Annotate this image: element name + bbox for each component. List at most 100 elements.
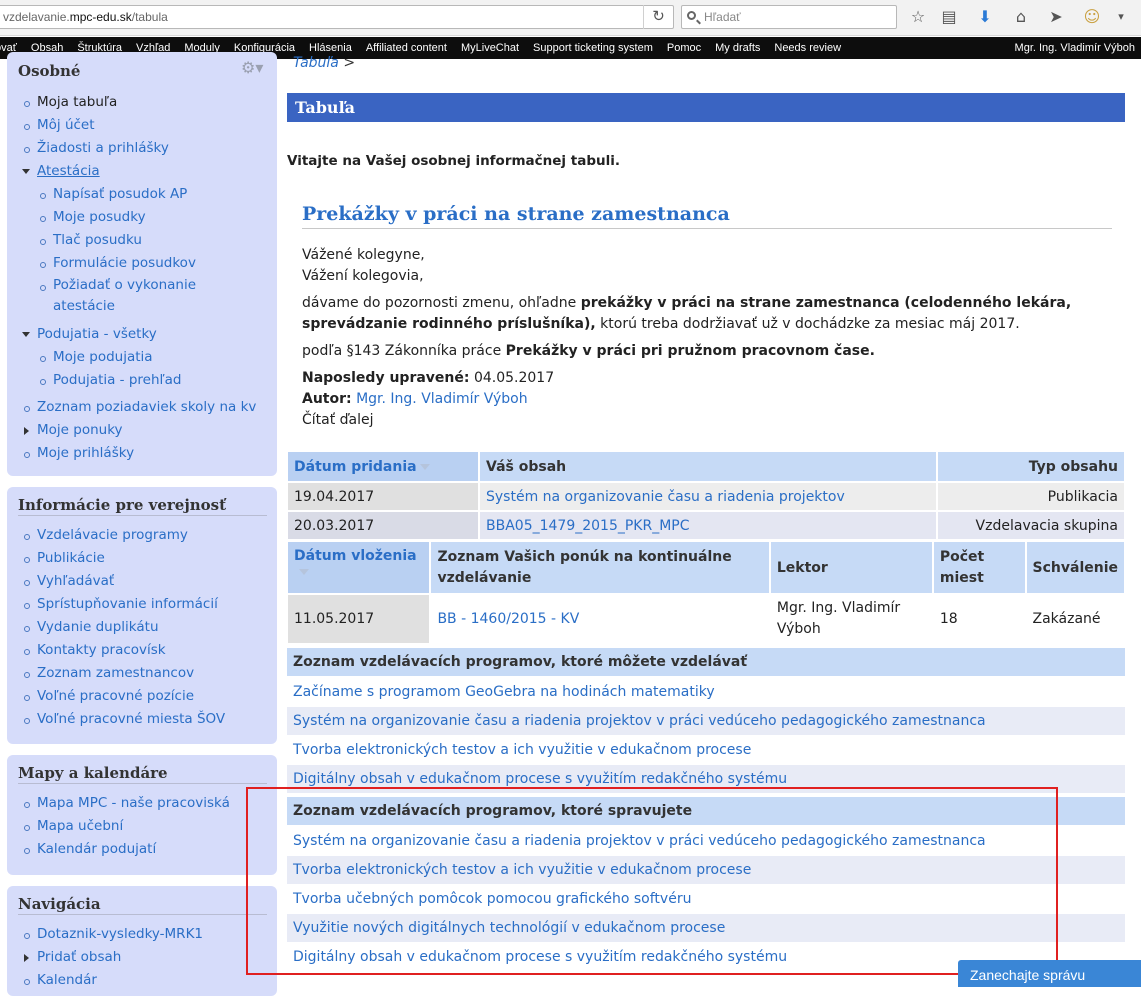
program-link[interactable]: Začíname s programom GeoGebra na hodinác… — [287, 678, 1125, 706]
maps-block: Mapy a kalendáre Mapa MPC - naše pracovi… — [7, 755, 277, 875]
bookmark-star-icon[interactable]: ☆ — [906, 6, 930, 28]
sidebar-item[interactable]: Vyhľadávať — [18, 570, 267, 593]
admin-menu-item[interactable]: Affiliated content — [359, 37, 454, 59]
admin-menu-item[interactable]: My drafts — [708, 37, 767, 59]
sidebar-item[interactable]: Pridať obsah — [18, 946, 267, 969]
admin-menu-item[interactable]: MyLiveChat — [454, 37, 526, 59]
download-icon[interactable]: ⬇ — [973, 6, 997, 28]
navigation-block: Navigácia Dotaznik-vysledky-MRK1 Pridať … — [7, 886, 277, 996]
sidebar-item[interactable]: Sprístupňovanie informácií — [18, 593, 267, 616]
offers-table: Dátum vloženia Zoznam Vašich ponúk na ko… — [285, 540, 1127, 645]
cell-date: 19.04.2017 — [286, 481, 480, 512]
send-icon[interactable]: ➤ — [1044, 6, 1068, 28]
sidebar-item-moj-ucet[interactable]: Môj účet — [18, 114, 267, 137]
article-author: Autor: Mgr. Ing. Vladimír Výboh — [302, 391, 528, 407]
table-header-row: Dátum pridania Váš obsah Typ obsahu — [286, 450, 1126, 483]
sidebar-item[interactable]: Dotaznik-vysledky-MRK1 — [18, 923, 267, 946]
sidebar-item[interactable]: Voľné pracovné miesta ŠOV — [18, 708, 267, 731]
admin-user-link[interactable]: Mgr. Ing. Vladimír Výboh — [1015, 37, 1135, 59]
gear-icon[interactable]: ⚙▾ — [241, 58, 263, 77]
sidebar-item[interactable]: Kontakty pracovísk — [18, 639, 267, 662]
cell-seats: 18 — [931, 593, 1027, 645]
programs-can-teach-header: Zoznam vzdelávacích programov, ktoré môž… — [287, 648, 1125, 676]
table-header: Schválenie — [1024, 540, 1127, 595]
sidebar-item-napisat-posudok[interactable]: Napísať posudok AP — [18, 183, 267, 206]
sort-date-added-header[interactable]: Dátum pridania — [286, 450, 480, 483]
article-title-link[interactable]: Prekážky v práci na strane zamestnanca — [302, 203, 1112, 229]
home-icon[interactable]: ⌂ — [1009, 6, 1033, 28]
sort-arrow-icon — [299, 569, 309, 575]
table-header: Zoznam Vašich ponúk na kontinuálne vzdel… — [429, 540, 771, 595]
program-link[interactable]: Tvorba elektronických testov a ich využi… — [287, 736, 1125, 764]
cell-approval: Zakázané — [1024, 593, 1127, 645]
welcome-text: Vitajte na Vašej osobnej informačnej tab… — [287, 153, 620, 169]
cell-title-link[interactable]: BBA05_1479_2015_PKR_MPC — [478, 510, 938, 541]
table-header-row: Dátum vloženia Zoznam Vašich ponúk na ko… — [285, 540, 1127, 595]
cell-lector: Mgr. Ing. Vladimír Výboh — [768, 593, 934, 645]
cell-date: 11.05.2017 — [285, 593, 432, 645]
sidebar-item-moje-prihlasky[interactable]: Moje prihlášky — [18, 442, 267, 465]
personal-block-title: Osobné — [18, 62, 81, 80]
table-header: Typ obsahu — [936, 450, 1126, 483]
sidebar-item[interactable]: Kalendár podujatí — [18, 838, 267, 861]
program-link[interactable]: Systém na organizovanie času a riadenia … — [287, 707, 1125, 735]
sidebar-item[interactable]: Vydanie duplikátu — [18, 616, 267, 639]
article-law: podľa §143 Zákonníka práce Prekážky v pr… — [302, 343, 875, 359]
sidebar-item-podujatia-prehlad[interactable]: Podujatia - prehľad — [18, 369, 267, 392]
sidebar-item-podujatia[interactable]: Podujatia - všetky — [18, 323, 267, 346]
sidebar-item[interactable]: Mapa učební — [18, 815, 267, 838]
reload-icon[interactable]: ↻ — [643, 5, 673, 29]
cell-title-link[interactable]: BB - 1460/2015 - KV — [429, 593, 771, 645]
sidebar-item-tlac-posudku[interactable]: Tlač posudku — [18, 229, 267, 252]
highlight-box — [246, 787, 1058, 975]
search-placeholder: Hľadať — [704, 10, 741, 24]
url-bar[interactable]: vzdelavanie.mpc-edu.sk/tabula — [0, 5, 674, 29]
sort-date-inserted-header[interactable]: Dátum vloženia — [285, 540, 432, 595]
navigation-block-title: Navigácia — [18, 895, 267, 915]
sidebar-item-formulacie[interactable]: Formulácie posudkov — [18, 252, 267, 275]
admin-menu-item[interactable]: Needs review — [767, 37, 848, 59]
public-info-block-title: Informácie pre verejnosť — [18, 496, 267, 516]
admin-menu-item[interactable]: Support ticketing system — [526, 37, 660, 59]
sidebar-item[interactable]: Vzdelávacie programy — [18, 524, 267, 547]
table-row: 20.03.2017 BBA05_1479_2015_PKR_MPC Vzdel… — [286, 510, 1126, 541]
bookmarks-list-icon[interactable]: ▤ — [937, 6, 961, 28]
admin-menu-item[interactable]: Pomoc — [660, 37, 708, 59]
search-input[interactable]: Hľadať — [681, 5, 897, 29]
cell-date: 20.03.2017 — [286, 510, 480, 541]
sidebar-item[interactable]: Publikácie — [18, 547, 267, 570]
sidebar-item-ziadosti[interactable]: Žiadosti a prihlášky — [18, 137, 267, 160]
sidebar-item[interactable]: Kalendár — [18, 969, 267, 992]
breadcrumb-link[interactable]: Tabuľa — [293, 55, 339, 71]
table-header: Váš obsah — [478, 450, 938, 483]
sidebar-item-poziadat[interactable]: Požiadať o vykonanie atestácie — [18, 275, 267, 317]
public-info-block: Informácie pre verejnosť Vzdelávacie pro… — [7, 487, 277, 744]
url-path: /tabula — [131, 10, 168, 24]
read-more-link[interactable]: Čítať ďalej — [302, 410, 374, 431]
sidebar-item[interactable]: Zoznam zamestnancov — [18, 662, 267, 685]
personal-block: Osobné ⚙▾ Moja tabuľa Môj účet Žiadosti … — [7, 52, 277, 476]
addon-face-icon[interactable]: ☺ — [1080, 6, 1104, 28]
sidebar-item[interactable]: Mapa MPC - naše pracoviská — [18, 792, 267, 815]
sidebar-item[interactable]: Voľné pracovné pozície — [18, 685, 267, 708]
sidebar-item-moja-tabula[interactable]: Moja tabuľa — [18, 91, 267, 114]
article-greeting-2: Vážení kolegovia, — [302, 268, 424, 284]
sidebar-item-moje-ponuky[interactable]: Moje ponuky — [18, 419, 267, 442]
article-updated: Naposledy upravené: 04.05.2017 — [302, 370, 555, 386]
breadcrumb: Tabuľa > — [293, 55, 355, 71]
browser-toolbar: vzdelavanie.mpc-edu.sk/tabula ↻ Hľadať ☆… — [0, 0, 1141, 36]
live-chat-button[interactable]: Zanechajte správu — [958, 960, 1141, 987]
breadcrumb-separator: > — [343, 55, 356, 71]
sidebar-item-moje-posudky[interactable]: Moje posudky — [18, 206, 267, 229]
cell-type: Vzdelavacia skupina — [936, 510, 1126, 541]
author-link[interactable]: Mgr. Ing. Vladimír Výboh — [356, 391, 528, 407]
search-icon — [687, 11, 696, 20]
cell-title-link[interactable]: Systém na organizovanie času a riadenia … — [478, 481, 938, 512]
maps-block-title: Mapy a kalendáre — [18, 764, 267, 784]
sidebar-item-poziadavky[interactable]: Zoznam poziadaviek skoly na kv — [18, 396, 267, 419]
page-title: Tabuľa — [287, 93, 1125, 122]
sidebar-item-atestacia[interactable]: Atestácia — [18, 160, 267, 183]
sidebar-item-moje-podujatia[interactable]: Moje podujatia — [18, 346, 267, 369]
menu-chevron-icon[interactable]: ▾ — [1109, 6, 1133, 28]
url-domain: mpc-edu.sk — [69, 10, 132, 24]
